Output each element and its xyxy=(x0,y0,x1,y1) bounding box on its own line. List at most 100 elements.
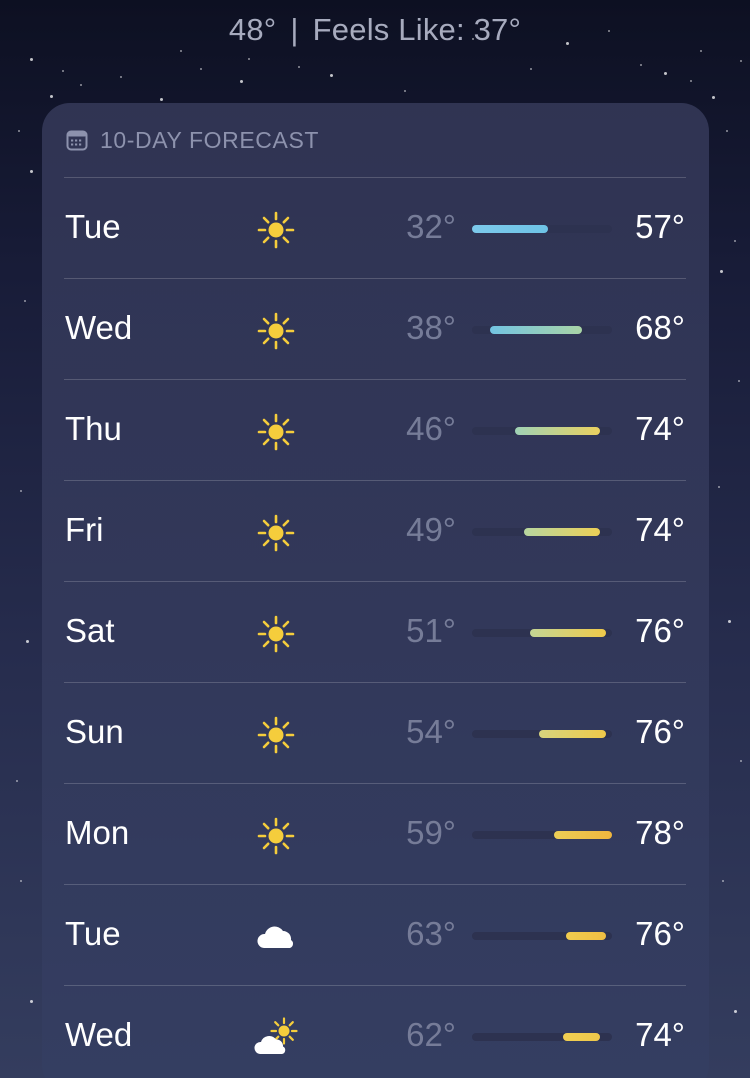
sun-icon xyxy=(254,511,298,555)
star xyxy=(240,80,243,83)
high-temperature: 76° xyxy=(635,915,685,952)
low-temperature: 63° xyxy=(406,915,456,952)
low-temperature: 46° xyxy=(406,410,456,447)
temperature-range-bar xyxy=(472,730,612,738)
temperature-range-bar xyxy=(472,1033,612,1041)
star xyxy=(20,490,22,492)
temperature-range-bar xyxy=(472,528,612,536)
day-label: Fri xyxy=(65,511,104,548)
temperature-range-fill xyxy=(563,1033,600,1041)
star xyxy=(728,620,731,623)
low-temperature: 38° xyxy=(406,309,456,346)
star xyxy=(734,240,736,242)
card-title: 10-DAY FORECAST xyxy=(100,126,320,153)
forecast-row[interactable]: Tue 63° 76° xyxy=(64,884,686,985)
day-label: Tue xyxy=(65,208,121,245)
day-label: Wed xyxy=(65,309,133,346)
star xyxy=(160,98,163,101)
temperature-range-fill xyxy=(523,528,600,536)
forecast-row[interactable]: Wed 62° 74° xyxy=(64,985,686,1078)
calendar-icon xyxy=(66,129,88,151)
forecast-row[interactable]: Sun 54° 76° xyxy=(64,682,686,783)
temperature-range-bar xyxy=(472,225,612,233)
low-temperature: 62° xyxy=(406,1016,456,1053)
star xyxy=(200,68,202,70)
star xyxy=(26,640,29,643)
sun-icon xyxy=(254,612,298,656)
sun-icon xyxy=(254,713,298,757)
star xyxy=(18,130,20,132)
high-temperature: 57° xyxy=(635,208,685,245)
star xyxy=(712,96,715,99)
temperature-range-fill xyxy=(472,225,549,233)
star xyxy=(664,72,667,75)
temperature-range-fill xyxy=(490,326,582,334)
forecast-row[interactable]: Thu 46° 74° xyxy=(64,379,686,480)
sun-icon xyxy=(254,309,298,353)
temperature-range-fill xyxy=(566,932,606,940)
temperature-range-bar xyxy=(472,629,612,637)
star xyxy=(298,66,300,68)
star xyxy=(62,70,64,72)
star xyxy=(734,1010,737,1013)
star xyxy=(30,170,33,173)
low-temperature: 32° xyxy=(406,208,456,245)
low-temperature: 51° xyxy=(406,612,456,649)
star xyxy=(740,60,742,62)
star xyxy=(50,95,53,98)
high-temperature: 76° xyxy=(635,612,685,649)
star xyxy=(16,780,18,782)
high-temperature: 74° xyxy=(635,1016,685,1053)
temperature-range-fill xyxy=(539,730,606,738)
temperature-range-bar xyxy=(472,831,612,839)
ten-day-forecast-card[interactable]: 10-DAY FORECAST Tue 32° 57° Wed 38° 68° Thu 46°… xyxy=(42,103,709,1078)
temperature-range-bar xyxy=(472,427,612,435)
star xyxy=(404,90,406,92)
star xyxy=(700,50,702,52)
day-label: Sun xyxy=(65,713,124,750)
high-temperature: 74° xyxy=(635,511,685,548)
star xyxy=(718,486,720,488)
day-label: Thu xyxy=(65,410,122,447)
star xyxy=(120,76,122,78)
temperature-range-bar xyxy=(472,932,612,940)
sun-icon xyxy=(254,814,298,858)
star xyxy=(30,1000,33,1003)
low-temperature: 54° xyxy=(406,713,456,750)
star xyxy=(530,68,532,70)
day-label: Wed xyxy=(65,1016,133,1053)
forecast-row[interactable]: Tue 32° 57° xyxy=(64,177,686,278)
high-temperature: 76° xyxy=(635,713,685,750)
forecast-row[interactable]: Sat 51° 76° xyxy=(64,581,686,682)
high-temperature: 78° xyxy=(635,814,685,851)
sun-icon xyxy=(254,410,298,454)
day-label: Mon xyxy=(65,814,130,851)
star xyxy=(740,760,742,762)
day-label: Tue xyxy=(65,915,121,952)
star xyxy=(80,84,82,86)
star xyxy=(330,74,333,77)
current-conditions: 48° | Feels Like: 37° xyxy=(0,12,750,48)
star xyxy=(30,58,33,61)
card-header: 10-DAY FORECAST xyxy=(66,125,319,155)
forecast-list: Tue 32° 57° Wed 38° 68° Thu 46° 74° Fri 49° 74° Sat 5… xyxy=(64,177,686,1078)
temperature-range-fill xyxy=(554,831,612,839)
day-label: Sat xyxy=(65,612,115,649)
star xyxy=(738,380,740,382)
forecast-row[interactable]: Fri 49° 74° xyxy=(64,480,686,581)
partly-cloudy-icon xyxy=(254,1016,298,1060)
forecast-row[interactable]: Wed 38° 68° xyxy=(64,278,686,379)
sun-icon xyxy=(254,208,298,252)
high-temperature: 68° xyxy=(635,309,685,346)
temperature-range-bar xyxy=(472,326,612,334)
cloud-icon xyxy=(254,915,298,959)
star xyxy=(720,270,723,273)
temperature-range-fill xyxy=(514,427,600,435)
star xyxy=(726,130,728,132)
star xyxy=(20,880,22,882)
separator: | xyxy=(290,12,299,47)
high-temperature: 74° xyxy=(635,410,685,447)
star xyxy=(640,64,642,66)
star xyxy=(248,58,250,60)
forecast-row[interactable]: Mon 59° 78° xyxy=(64,783,686,884)
